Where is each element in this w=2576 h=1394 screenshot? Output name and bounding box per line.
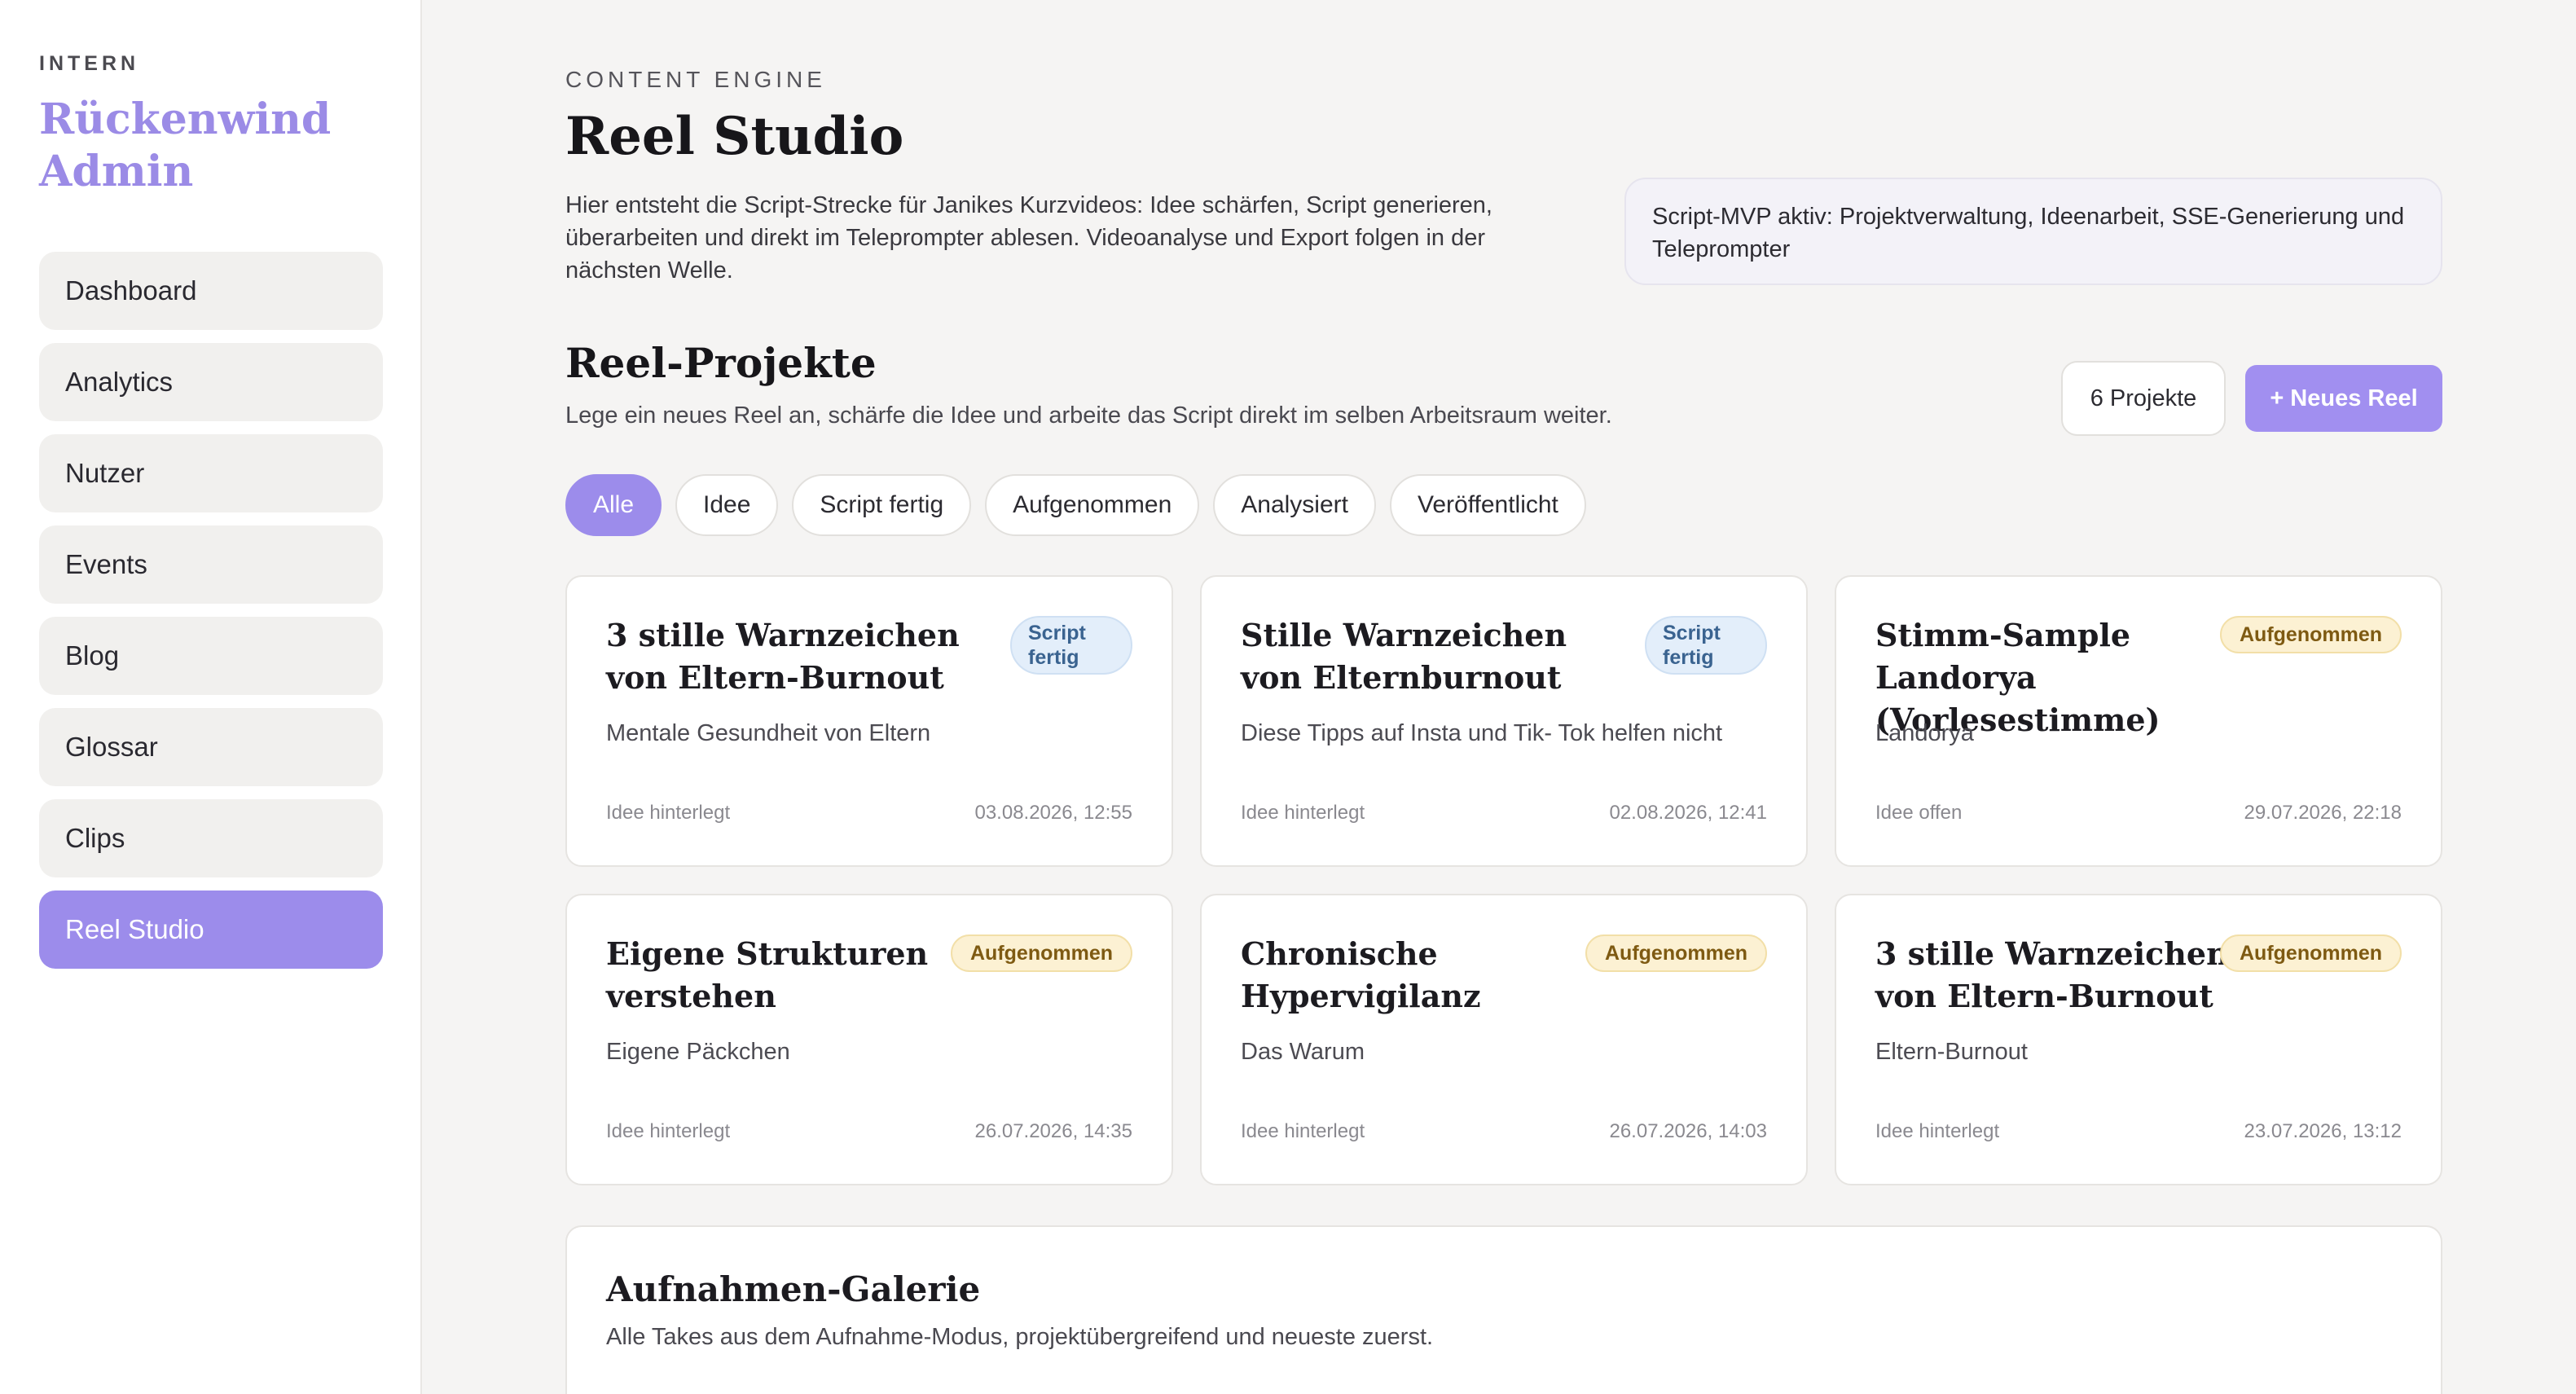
card-date: 26.07.2026, 14:03 <box>1609 1120 1767 1142</box>
sidebar-brand[interactable]: Rückenwind Admin <box>39 94 331 198</box>
card-footer: Idee hinterlegt 23.07.2026, 13:12 <box>1875 1120 2402 1143</box>
card-subtitle: Landorya <box>1875 720 1974 746</box>
page-eyebrow: CONTENT ENGINE <box>565 67 826 92</box>
card-footer: Idee hinterlegt 02.08.2026, 12:41 <box>1241 802 1767 825</box>
status-badge: Aufgenommen <box>1585 934 1767 972</box>
page-description: Hier entsteht die Script-Strecke für Jan… <box>565 192 1492 284</box>
info-box: Script-MVP aktiv: Projektverwaltung, Ide… <box>1624 178 2442 285</box>
status-badge: Aufgenommen <box>2220 934 2402 972</box>
card-title: 3 stille Warnzeichen von Eltern-Burnout <box>1875 935 2229 1014</box>
card-footer: Idee hinterlegt 26.07.2026, 14:03 <box>1241 1120 1767 1143</box>
filter-analysiert[interactable]: Analysiert <box>1213 474 1376 536</box>
new-reel-button[interactable]: + Neues Reel <box>2245 365 2442 432</box>
filter-alle[interactable]: Alle <box>565 474 662 536</box>
project-grid: 3 stille Warnzeichen von Eltern-Burnout … <box>565 575 2442 1185</box>
project-card[interactable]: Eigene Strukturen verstehen Aufgenommen … <box>565 894 1173 1185</box>
filter-idee[interactable]: Idee <box>675 474 779 536</box>
sidebar-item-clips[interactable]: Clips <box>39 799 383 877</box>
filter-script-fertig[interactable]: Script fertig <box>792 474 972 536</box>
page-title: Reel Studio <box>565 106 904 167</box>
sidebar-item-nutzer[interactable]: Nutzer <box>39 434 383 512</box>
sidebar-item-events[interactable]: Events <box>39 525 383 604</box>
project-card[interactable]: Stille Warnzeichen von Elternburnout Scr… <box>1200 575 1808 867</box>
sidebar-eyebrow: INTERN <box>39 52 140 75</box>
card-title: Eigene Strukturen verstehen <box>606 935 929 1014</box>
sidebar-item-analytics[interactable]: Analytics <box>39 343 383 421</box>
idea-state: Idee hinterlegt <box>1875 1120 2000 1142</box>
card-title: Chronische Hypervigilanz <box>1241 935 1481 1014</box>
card-subtitle: Das Warum <box>1241 1039 1365 1065</box>
project-card[interactable]: Chronische Hypervigilanz Aufgenommen Das… <box>1200 894 1808 1185</box>
card-footer: Idee offen 29.07.2026, 22:18 <box>1875 802 2402 825</box>
gallery-description: Alle Takes aus dem Aufnahme-Modus, proje… <box>606 1324 1434 1350</box>
card-date: 26.07.2026, 14:35 <box>974 1120 1132 1142</box>
card-subtitle: Eigene Päckchen <box>606 1039 790 1065</box>
sidebar-item-blog[interactable]: Blog <box>39 617 383 695</box>
project-card[interactable]: 3 stille Warnzeichen von Eltern-Burnout … <box>565 575 1173 867</box>
projects-description: Lege ein neues Reel an, schärfe die Idee… <box>565 402 1612 429</box>
sidebar-nav: Dashboard Analytics Nutzer Events Blog G… <box>39 252 383 969</box>
idea-state: Idee hinterlegt <box>606 802 731 824</box>
sidebar: INTERN Rückenwind Admin Dashboard Analyt… <box>0 0 422 1394</box>
project-card[interactable]: Stimm-Sample Landorya (Vorlesestimme) Au… <box>1835 575 2442 867</box>
idea-state: Idee offen <box>1875 802 1963 824</box>
sidebar-item-glossar[interactable]: Glossar <box>39 708 383 786</box>
idea-state: Idee hinterlegt <box>1241 802 1365 824</box>
card-date: 29.07.2026, 22:18 <box>2244 802 2402 824</box>
card-title: 3 stille Warnzeichen von Eltern-Burnout <box>606 617 960 696</box>
card-date: 03.08.2026, 12:55 <box>974 802 1132 824</box>
recordings-gallery: Aufnahmen-Galerie Alle Takes aus dem Auf… <box>565 1225 2442 1394</box>
sidebar-item-dashboard[interactable]: Dashboard <box>39 252 383 330</box>
gallery-title: Aufnahmen-Galerie <box>606 1269 981 1309</box>
project-count-badge: 6 Projekte <box>2061 361 2226 436</box>
sidebar-item-reel-studio[interactable]: Reel Studio <box>39 890 383 969</box>
card-subtitle: Diese Tipps auf Insta und Tik- Tok helfe… <box>1241 720 1723 746</box>
status-badge: Script fertig <box>1010 616 1132 675</box>
card-subtitle: Eltern-Burnout <box>1875 1039 2028 1065</box>
card-date: 23.07.2026, 13:12 <box>2244 1120 2402 1142</box>
status-badge: Aufgenommen <box>2220 616 2402 653</box>
status-badge: Aufgenommen <box>951 934 1132 972</box>
status-badge: Script fertig <box>1645 616 1767 675</box>
card-footer: Idee hinterlegt 03.08.2026, 12:55 <box>606 802 1132 825</box>
card-subtitle: Mentale Gesundheit von Eltern <box>606 720 931 746</box>
projects-title: Reel-Projekte <box>565 339 877 387</box>
idea-state: Idee hinterlegt <box>1241 1120 1365 1142</box>
idea-state: Idee hinterlegt <box>606 1120 731 1142</box>
filter-aufgenommen[interactable]: Aufgenommen <box>985 474 1200 536</box>
card-title: Stille Warnzeichen von Elternburnout <box>1241 617 1567 696</box>
filter-veroeffentlicht[interactable]: Veröffentlicht <box>1389 474 1586 536</box>
project-card[interactable]: 3 stille Warnzeichen von Eltern-Burnout … <box>1835 894 2442 1185</box>
status-filters: Alle Idee Script fertig Aufgenommen Anal… <box>565 474 1586 536</box>
card-date: 02.08.2026, 12:41 <box>1609 802 1767 824</box>
card-footer: Idee hinterlegt 26.07.2026, 14:35 <box>606 1120 1132 1143</box>
